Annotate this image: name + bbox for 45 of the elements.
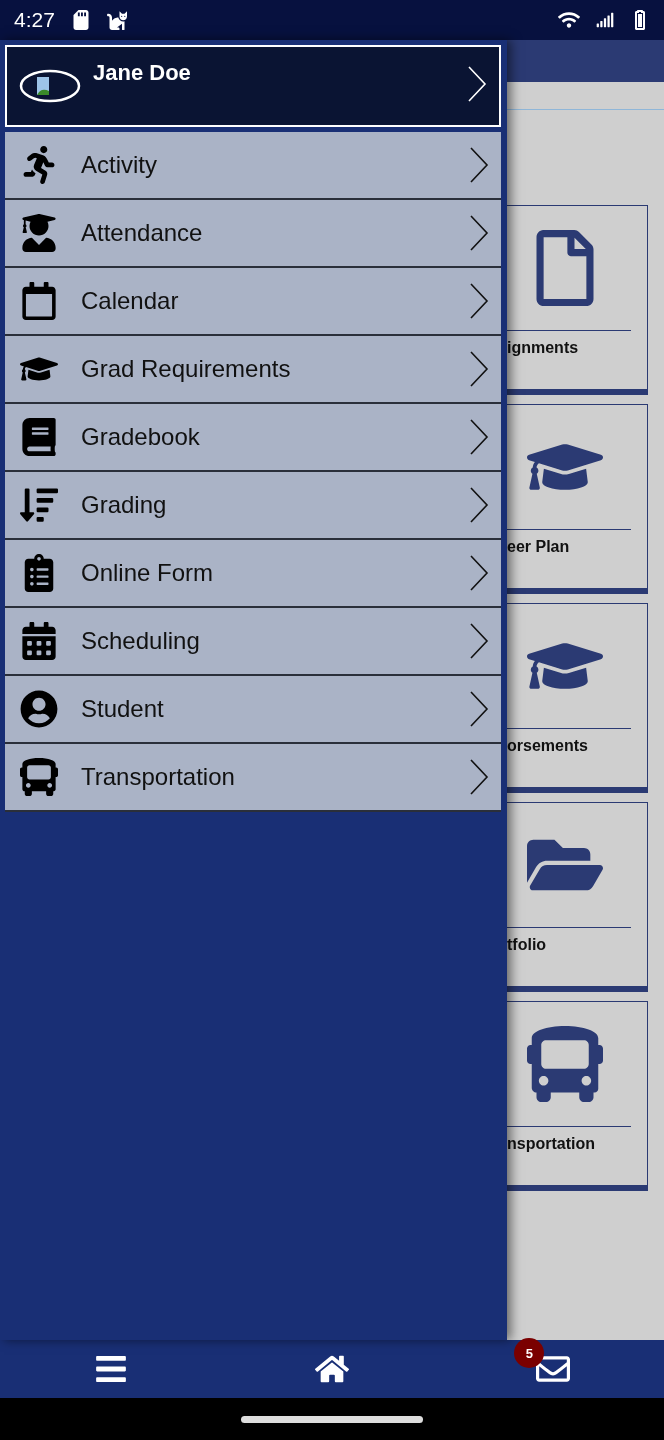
bus-icon (20, 758, 58, 796)
chevron-right-icon (469, 690, 489, 728)
calendar-icon (20, 282, 58, 320)
chevron-right-icon (469, 214, 489, 252)
menu-item[interactable]: Grading (5, 472, 501, 540)
menu-item[interactable]: Activity (5, 132, 501, 200)
menu-item[interactable]: Grad Requirements (5, 336, 501, 404)
chevron-right-icon (469, 282, 489, 320)
avatar-icon (19, 69, 81, 103)
signal-icon (596, 11, 614, 29)
chevron-right-icon (469, 554, 489, 592)
student-avatar-icon (20, 690, 58, 728)
tile-label: eer Plan (507, 537, 570, 556)
profile-name: Jane Doe (93, 60, 192, 86)
chevron-right-icon (467, 65, 487, 103)
bus-icon (527, 1026, 603, 1102)
chevron-right-icon (469, 146, 489, 184)
tile-card[interactable]: nsportation (507, 1001, 648, 1191)
tile-card[interactable]: ignments (507, 205, 648, 395)
unread-badge: 5 (514, 1338, 545, 1368)
menu-item[interactable]: Scheduling (5, 608, 501, 676)
tile-label: nsportation (507, 1134, 595, 1153)
tile-label: orsements (507, 736, 588, 755)
menu-item[interactable]: Student (5, 676, 501, 744)
menu-item[interactable]: Transportation (5, 744, 501, 812)
tile-label: ignments (507, 338, 579, 357)
menu-item[interactable]: Gradebook (5, 404, 501, 472)
tile-card[interactable]: eer Plan (507, 404, 648, 594)
chevron-right-icon (469, 418, 489, 456)
chevron-right-icon (469, 758, 489, 796)
menu-item[interactable]: Attendance (5, 200, 501, 268)
cat-face-icon (106, 10, 127, 30)
bars-list-icon (20, 486, 58, 524)
menu-item[interactable]: Online Form (5, 540, 501, 608)
chevron-right-icon (469, 350, 489, 388)
tile-label: tfolio (507, 935, 547, 954)
schedule-calendar-icon (20, 622, 58, 660)
chevron-right-icon (469, 622, 489, 660)
chevron-right-icon (469, 486, 489, 524)
book-icon (20, 418, 58, 456)
status-time: 4:27 (14, 8, 55, 32)
menu-item[interactable]: Calendar (5, 268, 501, 336)
tile-card[interactable]: orsements (507, 603, 648, 793)
profile-header[interactable]: Jane Doe (5, 45, 501, 127)
tile-card[interactable]: tfolio (507, 802, 648, 992)
